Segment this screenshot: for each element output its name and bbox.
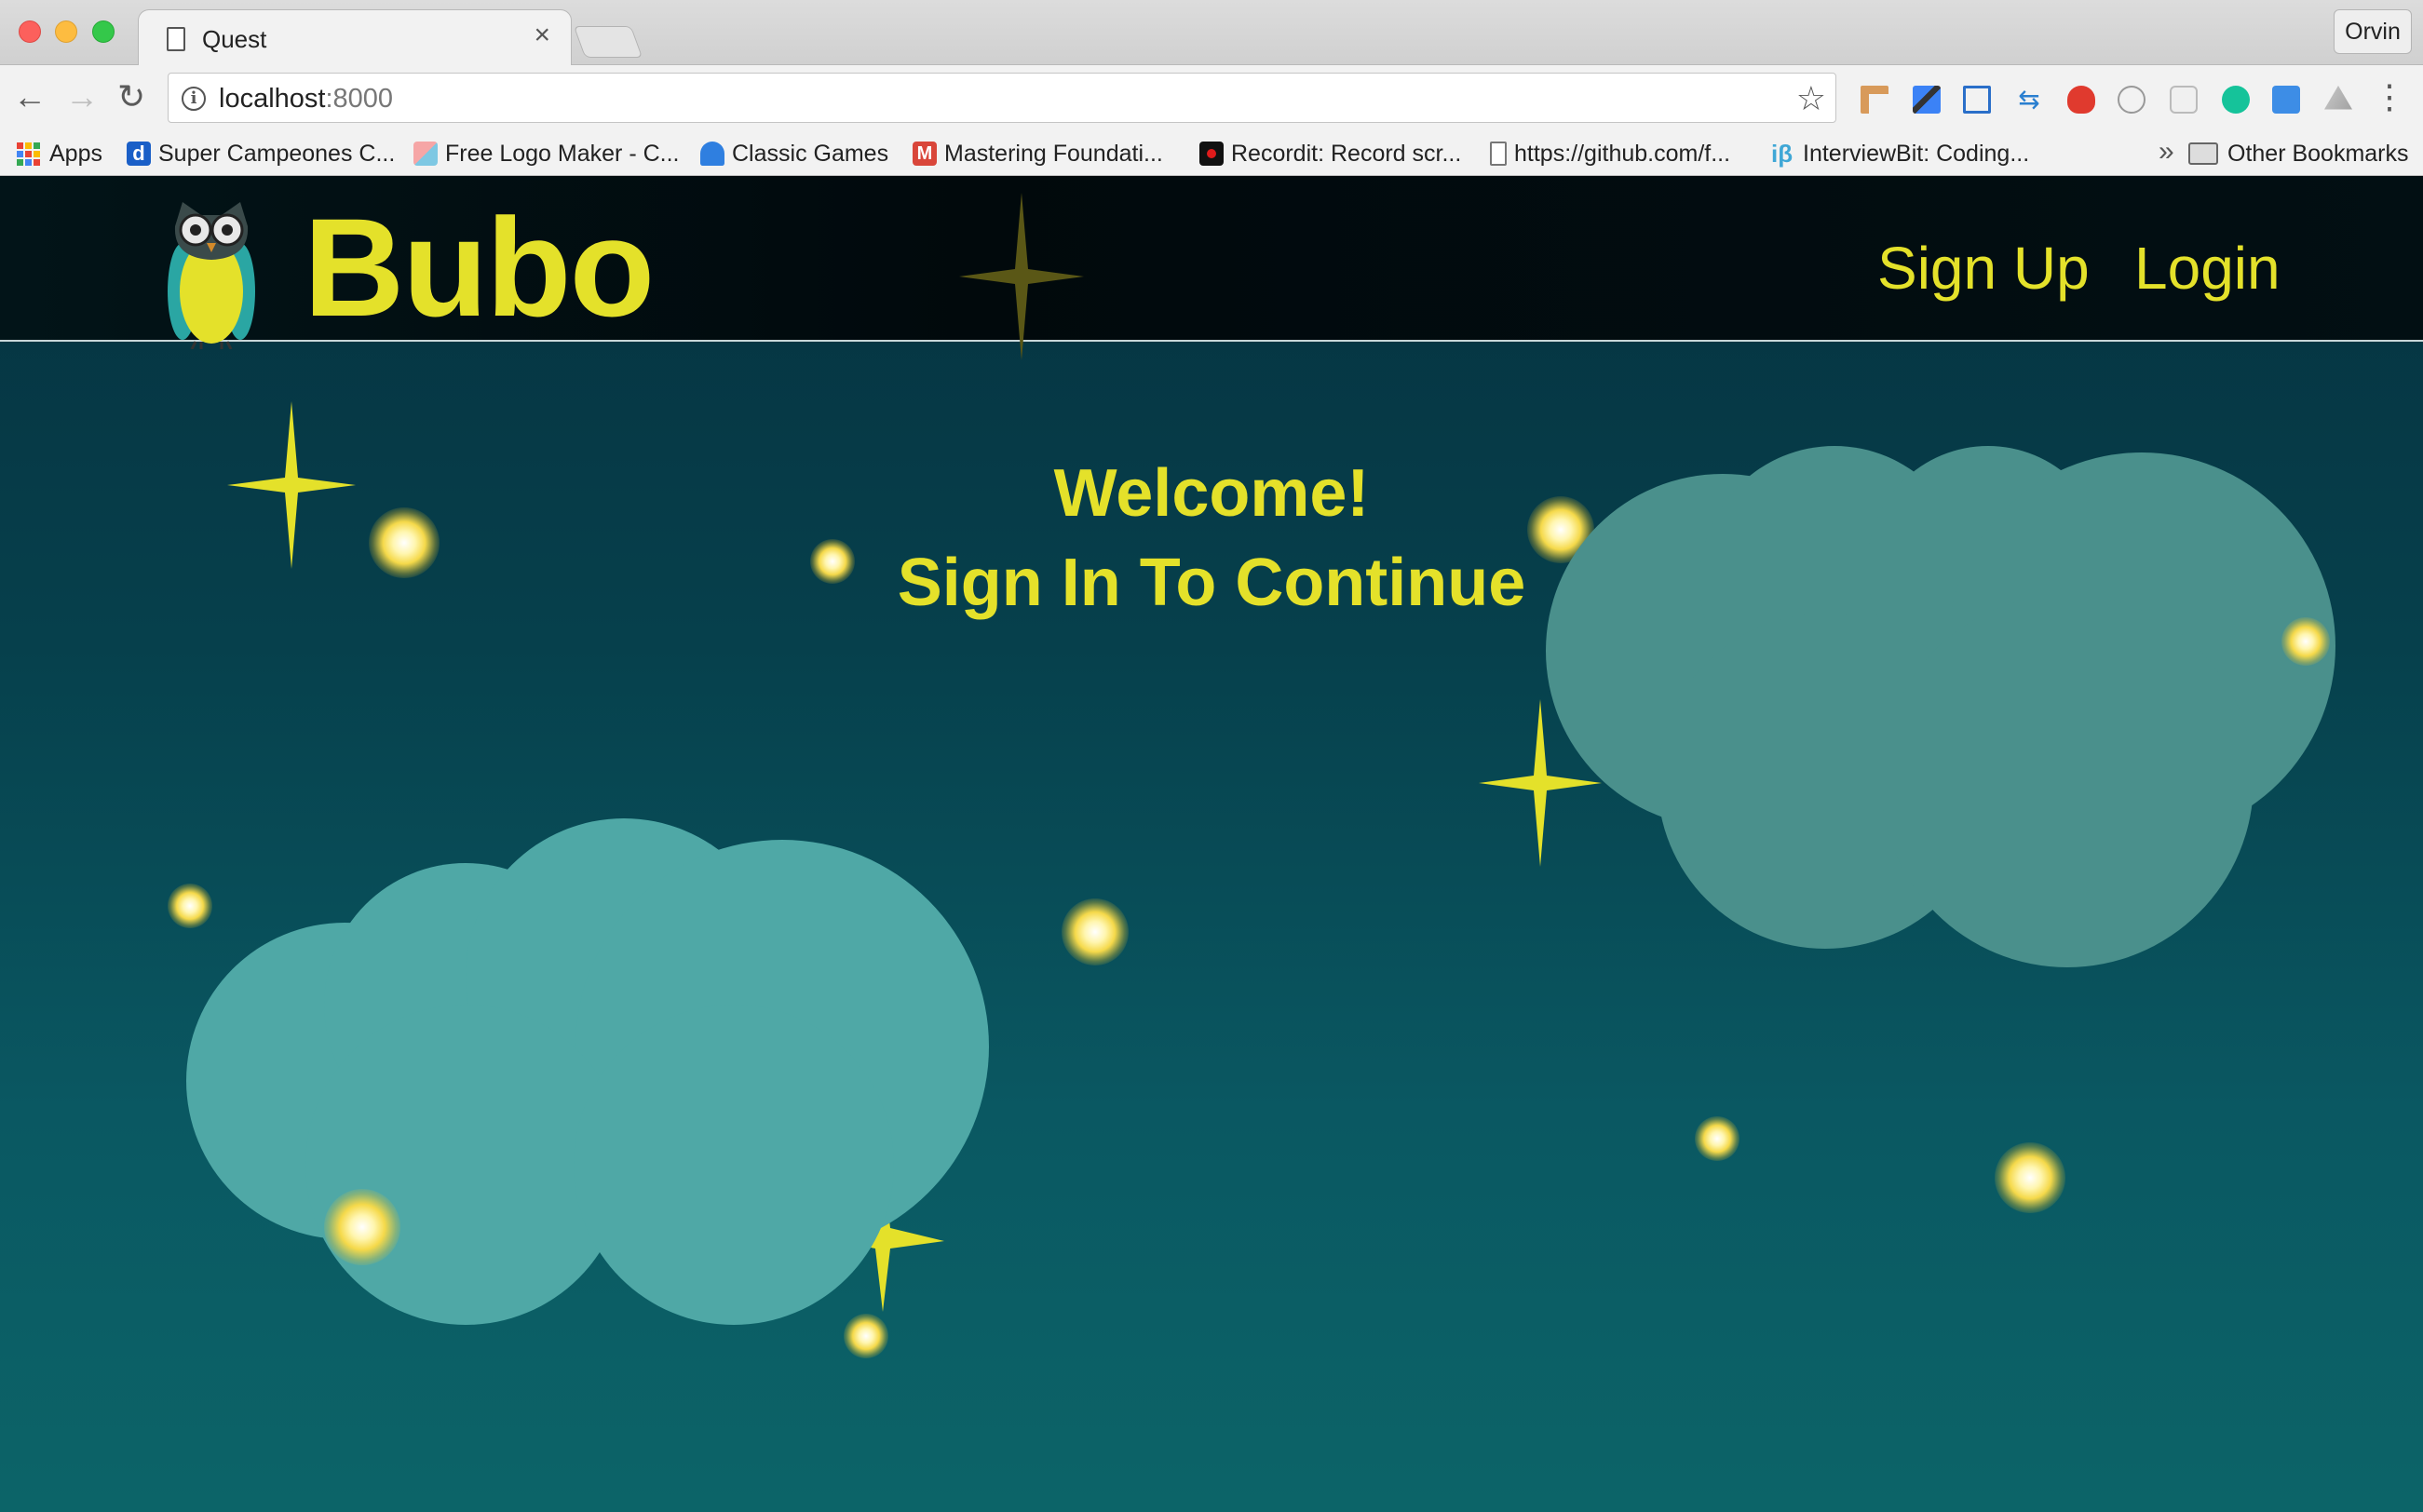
glowing-star: [1695, 1116, 1739, 1161]
bookmark-super-campeones[interactable]: d Super Campeones C...: [127, 138, 395, 169]
browser-tab-active[interactable]: Quest ×: [138, 9, 572, 66]
ghost-icon: [700, 142, 724, 166]
interviewbit-icon: iβ: [1771, 140, 1794, 168]
window-close-button[interactable]: [19, 20, 41, 43]
extension-arrows-icon[interactable]: ⇆: [2015, 86, 2043, 114]
extension-ruler-icon[interactable]: [1861, 86, 1888, 114]
url-text[interactable]: localhost:8000: [219, 84, 393, 115]
apps-grid-icon: [17, 142, 40, 166]
bookmark-star-icon[interactable]: ☆: [1796, 79, 1826, 118]
dailymotion-icon: d: [127, 142, 151, 166]
welcome-heading: Welcome!: [1053, 456, 1370, 531]
grammarly-icon[interactable]: [2222, 86, 2250, 114]
sparkle-icon: [959, 193, 1084, 360]
back-arrow-icon[interactable]: ←: [13, 78, 47, 115]
page-viewport: Bubo Sign Up Login Welcome! Sign In To C…: [0, 176, 2423, 1512]
medium-icon: M: [913, 142, 937, 166]
address-bar[interactable]: i localhost:8000 ☆: [168, 73, 1836, 123]
browser-toolbar: ← → ↻ i localhost:8000 ☆ ⇆ ⋮: [0, 65, 2423, 130]
cloud-left: [186, 818, 989, 1325]
extension-circle-icon[interactable]: [2118, 86, 2146, 114]
page-icon: [167, 27, 185, 51]
glowing-star: [1995, 1142, 2065, 1213]
tab-close-icon[interactable]: ×: [534, 20, 550, 50]
bookmark-interviewbit[interactable]: iβ InterviewBit: Coding...: [1771, 138, 2029, 169]
owl-logo-icon[interactable]: [164, 198, 259, 349]
window-maximize-button[interactable]: [92, 20, 115, 43]
reload-icon[interactable]: ↻: [117, 78, 145, 115]
profile-button[interactable]: Orvin: [2334, 9, 2412, 54]
bookmarks-bar: Apps d Super Campeones C... Free Logo Ma…: [0, 130, 2423, 176]
glowing-star: [2281, 617, 2330, 666]
window-minimize-button[interactable]: [55, 20, 77, 43]
browser-menu-icon[interactable]: ⋮: [2373, 78, 2406, 115]
tab-title: Quest: [202, 25, 267, 53]
browser-chrome: Quest × Orvin ← → ↻ i localhost:8000 ☆ ⇆…: [0, 0, 2423, 176]
sign-in-prompt: Sign In To Continue: [897, 546, 1526, 620]
bookmark-apps[interactable]: Apps: [17, 138, 102, 169]
drive-icon[interactable]: [2324, 86, 2352, 110]
login-link[interactable]: Login: [2134, 234, 2281, 303]
bookmark-free-logo-maker[interactable]: Free Logo Maker - C...: [413, 138, 679, 169]
tab-strip: Quest × Orvin: [0, 0, 2423, 66]
extension-expand-icon[interactable]: [2272, 86, 2300, 114]
bookmark-other-folder[interactable]: Other Bookmarks: [2188, 138, 2409, 169]
extension-screenshot-icon[interactable]: [1963, 86, 1991, 114]
glowing-star: [324, 1189, 400, 1265]
extension-ublock-icon[interactable]: [2067, 86, 2095, 114]
bookmark-classic-games[interactable]: Classic Games: [700, 138, 888, 169]
extension-eyedropper-icon[interactable]: [1913, 86, 1941, 114]
bookmark-github[interactable]: https://github.com/f...: [1490, 138, 1730, 169]
bookmark-mastering-foundations[interactable]: M Mastering Foundati...: [913, 138, 1163, 169]
new-tab-button[interactable]: [573, 26, 643, 58]
extension-react-icon[interactable]: [2170, 86, 2198, 114]
logo-maker-icon: [413, 142, 438, 166]
bookmark-recordit[interactable]: Recordit: Record scr...: [1199, 138, 1461, 169]
site-info-icon[interactable]: i: [182, 87, 206, 111]
folder-icon: [2188, 142, 2218, 165]
brand-title[interactable]: Bubo: [304, 187, 655, 348]
page-icon: [1490, 142, 1507, 166]
site-navbar: Bubo Sign Up Login: [0, 176, 2423, 360]
bookmarks-overflow-icon[interactable]: »: [2159, 136, 2174, 168]
sign-up-link[interactable]: Sign Up: [1877, 234, 2090, 303]
record-icon: [1199, 142, 1224, 166]
forward-arrow-icon[interactable]: →: [65, 78, 99, 115]
glowing-star: [1062, 898, 1129, 965]
